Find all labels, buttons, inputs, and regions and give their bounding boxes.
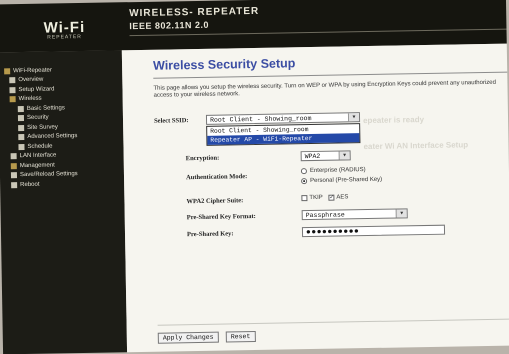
auth-option-label: Personal (Pre-Shared Key) — [310, 176, 383, 185]
title-divider — [153, 71, 508, 79]
chevron-down-icon[interactable]: ▼ — [338, 151, 350, 160]
select-ssid-label: Select SSID: — [153, 117, 189, 125]
page-icon — [9, 86, 16, 94]
sidebar-item-label: Security — [26, 114, 49, 122]
ssid-dropdown: Root Client - Showing_room Repeater AP -… — [206, 123, 361, 146]
sidebar-item-label: Basic Settings — [26, 105, 65, 112]
sidebar-item-reboot[interactable]: Reboot — [6, 179, 78, 190]
chevron-down-icon[interactable]: ▼ — [395, 209, 407, 218]
sidebar-item-label: Site Survey — [27, 124, 58, 131]
logo-subtext: REPEATER — [47, 33, 82, 41]
apply-changes-button[interactable]: Apply Changes — [157, 331, 219, 344]
encryption-select-value: WPA2 — [304, 152, 321, 161]
psk-label: Pre-Shared Key: — [186, 230, 234, 239]
chevron-down-icon[interactable]: ▼ — [347, 113, 360, 122]
header-titles: WIRELESS- REPEATER IEEE 802.11N 2.0 — [129, 6, 259, 31]
folder-icon — [10, 162, 17, 170]
psk-format-label: Pre-Shared Key Format: — [186, 212, 256, 222]
sidebar-item-label: Advanced Settings — [27, 133, 78, 141]
auth-option-enterprise[interactable]: Enterprise (RADIUS) — [300, 167, 366, 175]
psk-input[interactable]: ●●●●●●●●●● — [301, 224, 446, 238]
folder-icon — [4, 67, 11, 75]
logo: Wi-Fi REPEATER — [9, 10, 120, 48]
page-icon — [18, 143, 25, 150]
page-icon — [10, 153, 17, 160]
folder-icon — [9, 96, 16, 103]
radio-button-checked[interactable] — [301, 178, 308, 185]
sidebar-item-label: Setup Wizard — [18, 86, 55, 93]
screen: Wi-Fi REPEATER WIRELESS- REPEATER IEEE 8… — [0, 0, 509, 354]
cipher-aes[interactable]: ✓ AES — [328, 194, 349, 201]
page-icon — [10, 172, 18, 179]
cipher-suite-label: WPA2 Cipher Suite: — [186, 197, 244, 206]
sidebar: WiFi-Repeater Overview Setup Wizard Wire… — [0, 50, 128, 354]
main-content: Wireless Security Setup This page allows… — [121, 43, 509, 353]
background-text-2: eater Wi AN Interface Setup — [363, 140, 469, 152]
ssid-select-value: Root Client - Showing_room — [209, 114, 312, 124]
nav-tree: WiFi-Repeater Overview Setup Wizard Wire… — [4, 65, 78, 190]
auth-mode-label: Authentication Mode: — [185, 173, 248, 182]
encryption-select[interactable]: WPA2 ▼ — [300, 150, 351, 162]
checkbox[interactable] — [301, 195, 308, 202]
page-title: Wireless Security Setup — [152, 56, 296, 73]
sidebar-item-label: Wireless — [18, 95, 42, 103]
bottom-divider — [157, 318, 509, 326]
sidebar-item-label: Save/Reload Settings — [19, 171, 78, 179]
page-icon — [18, 134, 25, 141]
radio-button[interactable] — [300, 168, 307, 175]
auth-option-label: Enterprise (RADIUS) — [309, 167, 366, 175]
psk-format-value: Passphrase — [305, 211, 345, 220]
cipher-aes-label: AES — [336, 194, 349, 201]
cipher-tkip-label: TKIP — [309, 194, 323, 202]
cipher-tkip[interactable]: TKIP — [301, 194, 323, 202]
encryption-label: Encryption: — [185, 154, 220, 163]
page-icon — [17, 115, 25, 122]
ssid-option-selected[interactable]: Repeater AP - WiFi-Repeater — [207, 133, 360, 145]
page-icon — [18, 124, 25, 131]
sidebar-item-label: Overview — [18, 76, 44, 84]
header-subtitle: IEEE 802.11N 2.0 — [129, 19, 210, 32]
background-text-1: epeater is ready — [362, 115, 425, 126]
psk-format-select[interactable]: Passphrase ▼ — [301, 208, 408, 221]
auth-option-personal[interactable]: Personal (Pre-Shared Key) — [301, 176, 383, 185]
page-icon — [9, 77, 16, 84]
checkbox-checked[interactable]: ✓ — [328, 195, 334, 201]
page-description: This page allows you setup the wireless … — [153, 79, 496, 99]
sidebar-item-label: Management — [19, 162, 55, 169]
page-icon — [11, 181, 18, 188]
sidebar-item-label: LAN Interface — [19, 152, 57, 160]
reset-button[interactable]: Reset — [225, 331, 256, 343]
sidebar-item-label: Schedule — [27, 143, 53, 150]
header-title: WIRELESS- REPEATER — [129, 5, 260, 20]
page-icon — [17, 105, 24, 112]
sidebar-item-label: Reboot — [20, 181, 40, 188]
nav-root-label: WiFi-Repeater — [13, 67, 52, 74]
